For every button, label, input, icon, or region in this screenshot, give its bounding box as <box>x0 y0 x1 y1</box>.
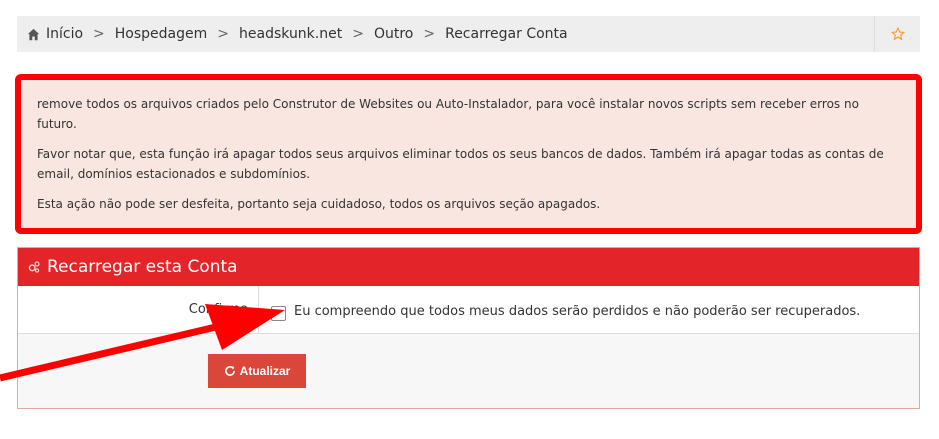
breadcrumb-item-hospedagem[interactable]: Hospedagem <box>115 26 208 42</box>
annotation-arrow <box>0 304 285 382</box>
breadcrumb-item-current: Recarregar Conta <box>445 26 568 42</box>
alert-paragraph: Favor notar que, esta função irá apagar … <box>37 147 884 181</box>
breadcrumb-home[interactable]: Início <box>27 26 83 42</box>
breadcrumb-separator: > <box>93 26 105 42</box>
confirm-checkbox-label[interactable]: Eu compreendo que todos meus dados serão… <box>294 304 860 319</box>
breadcrumb-item-label: Início <box>46 26 84 42</box>
alert-paragraph: remove todos os arquivos criados pelo Co… <box>37 97 859 131</box>
breadcrumb-item-outro[interactable]: Outro <box>374 26 413 42</box>
star-icon <box>890 27 905 41</box>
breadcrumb-separator: > <box>217 26 230 42</box>
breadcrumb-separator: > <box>423 26 436 42</box>
breadcrumb-item-domain[interactable]: headskunk.net <box>239 26 342 42</box>
breadcrumb: Início > Hospedagem > headskunk.net > Ou… <box>17 16 920 52</box>
panel-header: Recarregar esta Conta <box>18 248 919 286</box>
gears-icon <box>28 261 40 273</box>
breadcrumb-separator: > <box>352 26 364 42</box>
favorite-button[interactable] <box>874 16 920 52</box>
home-icon <box>27 28 40 40</box>
warning-alert: remove todos os arquivos criados pelo Co… <box>15 74 922 234</box>
alert-paragraph: Esta ação não pode ser desfeita, portant… <box>37 197 601 211</box>
panel-title: Recarregar esta Conta <box>47 257 238 277</box>
